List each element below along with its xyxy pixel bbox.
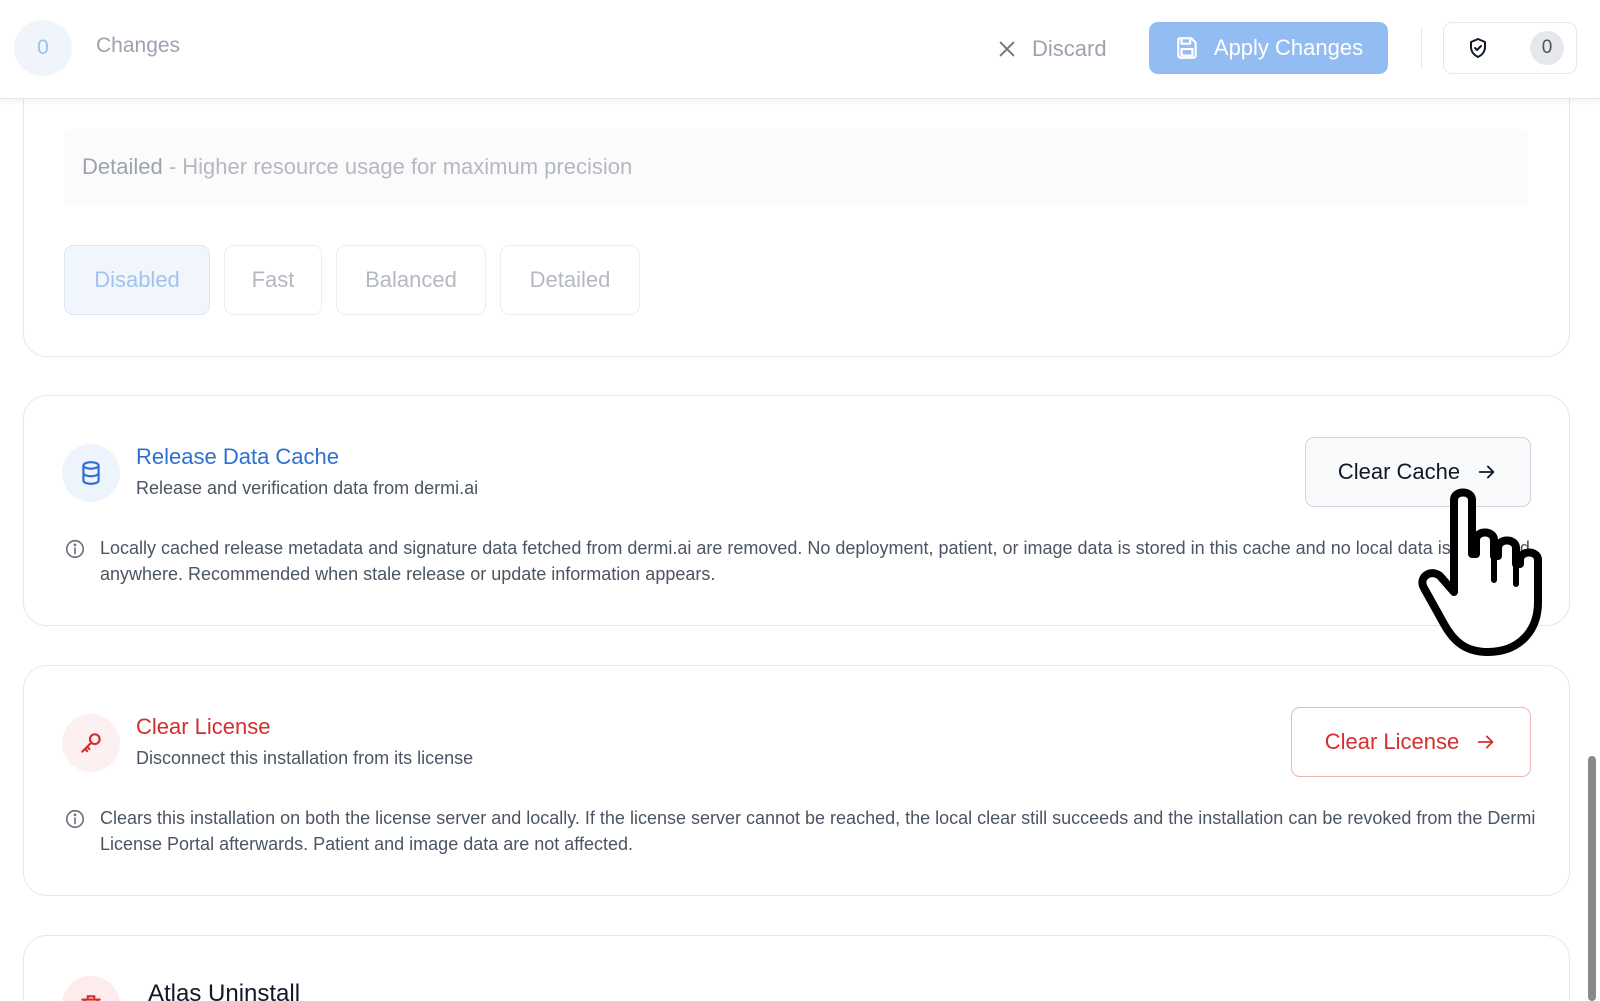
clear-license-icon-wrap xyxy=(62,714,120,772)
close-icon xyxy=(999,41,1015,57)
clear-license-button[interactable]: Clear License xyxy=(1291,707,1531,777)
top-bar: 0 Changes Discard Apply Changes 0 xyxy=(0,0,1600,99)
scrollbar-thumb[interactable] xyxy=(1588,756,1596,1001)
clear-license-card: Clear License Disconnect this installati… xyxy=(23,665,1570,896)
clear-license-subtitle: Disconnect this installation from its li… xyxy=(136,748,474,768)
mode-selector: Disabled Fast Balanced Detailed xyxy=(64,245,640,315)
mode-option-detailed[interactable]: Detailed xyxy=(500,245,640,315)
mode-option-disabled[interactable]: Disabled xyxy=(64,245,210,315)
uninstall-icon-wrap xyxy=(62,976,120,1001)
database-icon xyxy=(82,461,100,485)
mode-description-term: Detailed xyxy=(82,154,163,179)
clear-cache-label: Clear Cache xyxy=(1337,459,1461,484)
release-cache-info: Locally cached release metadata and sign… xyxy=(64,535,1544,587)
analysis-mode-card: Detailed - Higher resource usage for max… xyxy=(23,60,1570,357)
key-icon xyxy=(81,733,101,753)
release-data-cache-card: Release Data Cache Release and verificat… xyxy=(23,395,1570,626)
mode-description-text: - Higher resource usage for maximum prec… xyxy=(162,154,633,179)
release-cache-title: Release Data Cache xyxy=(136,444,340,469)
changes-count-badge: 0 xyxy=(14,20,72,76)
toolbar-divider xyxy=(1421,28,1422,68)
arrow-right-icon xyxy=(1478,465,1495,479)
info-icon xyxy=(65,539,85,559)
clear-license-label: Clear License xyxy=(1324,729,1460,754)
changes-label: Changes xyxy=(96,34,181,57)
clear-license-info-text: Clears this installation on both the lic… xyxy=(100,808,1536,854)
release-cache-subtitle: Release and verification data from dermi… xyxy=(136,478,479,498)
clear-license-info: Clears this installation on both the lic… xyxy=(64,805,1544,857)
discard-label: Discard xyxy=(1032,36,1107,61)
release-cache-icon-wrap xyxy=(62,444,120,502)
mode-option-balanced[interactable]: Balanced xyxy=(336,245,486,315)
mode-description: Detailed - Higher resource usage for max… xyxy=(64,129,1528,205)
save-icon xyxy=(1177,37,1197,59)
info-icon xyxy=(65,809,85,829)
security-status-button[interactable]: 0 xyxy=(1443,22,1577,74)
arrow-right-icon xyxy=(1478,735,1494,749)
discard-button[interactable]: Discard xyxy=(996,27,1107,71)
uninstall-card: Atlas Uninstall xyxy=(23,935,1570,1001)
hand-pointer-icon xyxy=(1418,488,1542,656)
apply-changes-button[interactable]: Apply Changes xyxy=(1149,22,1388,74)
uninstall-title: Atlas Uninstall xyxy=(148,980,301,1001)
trash-icon xyxy=(81,995,101,1001)
clear-license-title: Clear License xyxy=(136,714,271,739)
release-cache-info-text: Locally cached release metadata and sign… xyxy=(100,538,1530,584)
shield-check-icon xyxy=(1470,38,1486,58)
mode-option-fast[interactable]: Fast xyxy=(224,245,322,315)
apply-changes-label: Apply Changes xyxy=(1213,35,1364,60)
security-count-badge: 0 xyxy=(1530,31,1564,65)
